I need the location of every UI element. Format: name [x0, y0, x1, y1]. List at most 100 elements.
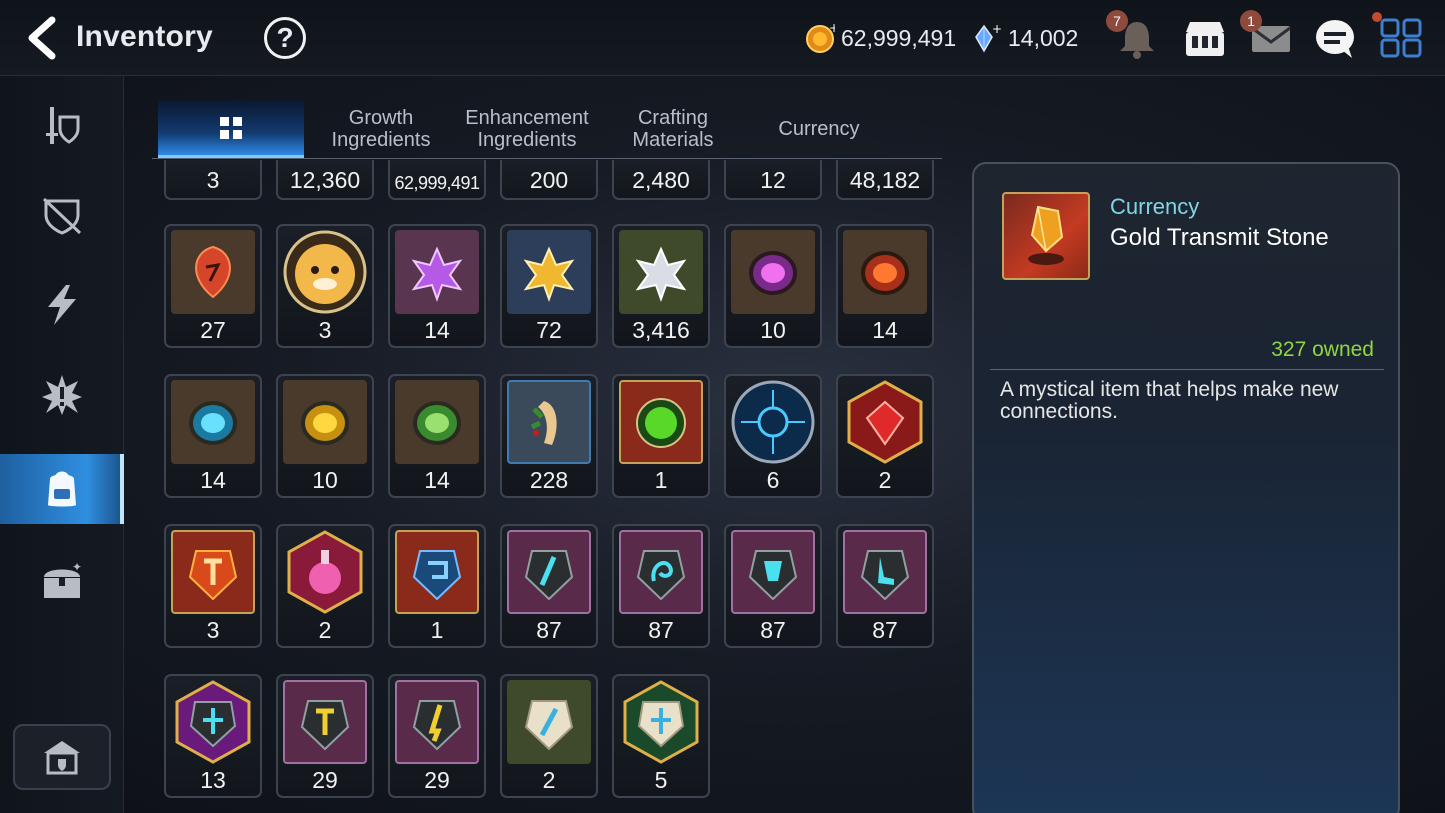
item-slot[interactable]: 87: [836, 524, 934, 648]
sword-shield-icon: [46, 107, 80, 144]
item-slot[interactable]: 14: [164, 374, 262, 498]
item-slot[interactable]: 87: [500, 524, 598, 648]
item-slot[interactable]: 2,480: [612, 160, 710, 200]
sidebar-item-catalysts[interactable]: [0, 270, 124, 340]
guild-house-icon: [44, 741, 80, 775]
item-icon: [843, 530, 927, 614]
item-icon: [731, 230, 815, 314]
crystal-amount: 14,002: [1008, 24, 1079, 51]
tab-growth-ingredients[interactable]: Growth Ingredients: [308, 100, 454, 158]
grid-icon: [220, 116, 242, 139]
item-slot[interactable]: 27: [164, 224, 262, 348]
item-qty: 5: [654, 767, 668, 793]
item-icon: [731, 530, 815, 614]
gold-coin-icon: +: [806, 23, 835, 53]
notification-badge: 7: [1106, 10, 1128, 32]
item-qty: 48,182: [849, 167, 921, 193]
item-qty: 2: [318, 617, 332, 643]
item-qty: 14: [200, 467, 226, 493]
tab-crafting-materials[interactable]: Crafting Materials: [600, 100, 746, 158]
gold-counter[interactable]: + 62,999,491: [805, 22, 956, 54]
item-slot[interactable]: 14: [836, 224, 934, 348]
item-slot[interactable]: 10: [724, 224, 822, 348]
item-qty: 10: [760, 317, 786, 343]
item-slot[interactable]: 2: [276, 524, 374, 648]
item-slot[interactable]: 228: [500, 374, 598, 498]
back-arrow-icon[interactable]: [22, 16, 62, 60]
bell-icon[interactable]: 7: [1106, 10, 1160, 60]
help-icon[interactable]: ?: [264, 17, 306, 59]
tab-currency[interactable]: Currency: [746, 100, 892, 158]
item-slot[interactable]: 3: [164, 524, 262, 648]
tab-all[interactable]: [158, 100, 304, 158]
item-slot[interactable]: 200: [500, 160, 598, 200]
tab-enhancement-label: Enhancement Ingredients: [465, 107, 589, 151]
item-slot[interactable]: 10: [276, 374, 374, 498]
sidebar-item-storage[interactable]: ✦: [0, 546, 124, 616]
item-slot[interactable]: 14: [388, 224, 486, 348]
item-slot[interactable]: 3: [276, 224, 374, 348]
item-slot[interactable]: 72: [500, 224, 598, 348]
svg-text:+: +: [829, 23, 835, 35]
item-qty: 12: [760, 167, 786, 193]
item-slot[interactable]: 2: [836, 374, 934, 498]
item-slot[interactable]: 5: [612, 674, 710, 798]
item-slot[interactable]: 87: [612, 524, 710, 648]
item-description: A mystical item that helps make new conn…: [1000, 378, 1339, 423]
item-slot[interactable]: 48,182: [836, 160, 934, 200]
item-slot[interactable]: 1: [612, 374, 710, 498]
item-qty: 200: [529, 167, 569, 193]
item-icon: [283, 230, 367, 314]
crystal-counter[interactable]: + 14,002: [972, 22, 1078, 54]
item-slot[interactable]: 3: [164, 160, 262, 200]
mail-icon[interactable]: 1: [1240, 10, 1294, 60]
guild-house-button[interactable]: [13, 724, 111, 790]
sidebar-item-equipment[interactable]: [0, 90, 124, 160]
item-slot[interactable]: 62,999,491: [388, 160, 486, 200]
item-qty: 6: [766, 467, 780, 493]
item-slot[interactable]: 3,416: [612, 224, 710, 348]
tab-enhancement-ingredients[interactable]: Enhancement Ingredients: [454, 100, 600, 158]
item-slot[interactable]: 14: [388, 374, 486, 498]
item-icon: [843, 380, 927, 464]
item-slot[interactable]: 13: [164, 674, 262, 798]
backpack-icon: [48, 471, 76, 507]
item-slot[interactable]: 87: [724, 524, 822, 648]
sidebar-item-materials[interactable]: [0, 454, 124, 524]
tab-growth-label: Growth Ingredients: [331, 107, 431, 151]
item-qty: 13: [200, 767, 226, 793]
sidebar-item-artifacts[interactable]: [0, 180, 124, 250]
item-icon: [395, 680, 479, 764]
item-qty: 62,999,491: [394, 173, 480, 193]
item-qty: 87: [760, 617, 786, 643]
item-slot[interactable]: 1: [388, 524, 486, 648]
item-slot[interactable]: 12: [724, 160, 822, 200]
item-slot[interactable]: 6: [724, 374, 822, 498]
detail-divider: [990, 369, 1384, 370]
item-icon: [507, 230, 591, 314]
inventory-tabs: Growth Ingredients Enhancement Ingredien…: [158, 100, 942, 160]
menu-grid-icon[interactable]: [1372, 12, 1424, 60]
item-qty: 1: [654, 467, 668, 493]
item-qty: 14: [872, 317, 898, 343]
item-slot[interactable]: 29: [276, 674, 374, 798]
shop-icon[interactable]: [1182, 16, 1228, 60]
item-icon: [619, 530, 703, 614]
gold-amount: 62,999,491: [841, 24, 957, 51]
item-icon: [283, 380, 367, 464]
item-detail-panel: Currency Gold Transmit Stone 327 owned A…: [972, 162, 1400, 813]
item-slot[interactable]: 29: [388, 674, 486, 798]
item-qty: 3: [206, 617, 220, 643]
chat-icon[interactable]: [1312, 16, 1358, 60]
item-icon: [171, 680, 255, 764]
crystal-icon: +: [975, 23, 1002, 53]
item-qty: 14: [424, 467, 450, 493]
item-slot[interactable]: 12,360: [276, 160, 374, 200]
item-slot[interactable]: 2: [500, 674, 598, 798]
item-icon: [395, 380, 479, 464]
category-sidebar: ✦: [0, 76, 124, 813]
sidebar-item-specialty[interactable]: [0, 360, 124, 430]
item-qty: 14: [424, 317, 450, 343]
item-qty: 2,480: [632, 167, 690, 193]
item-icon: [619, 380, 703, 464]
